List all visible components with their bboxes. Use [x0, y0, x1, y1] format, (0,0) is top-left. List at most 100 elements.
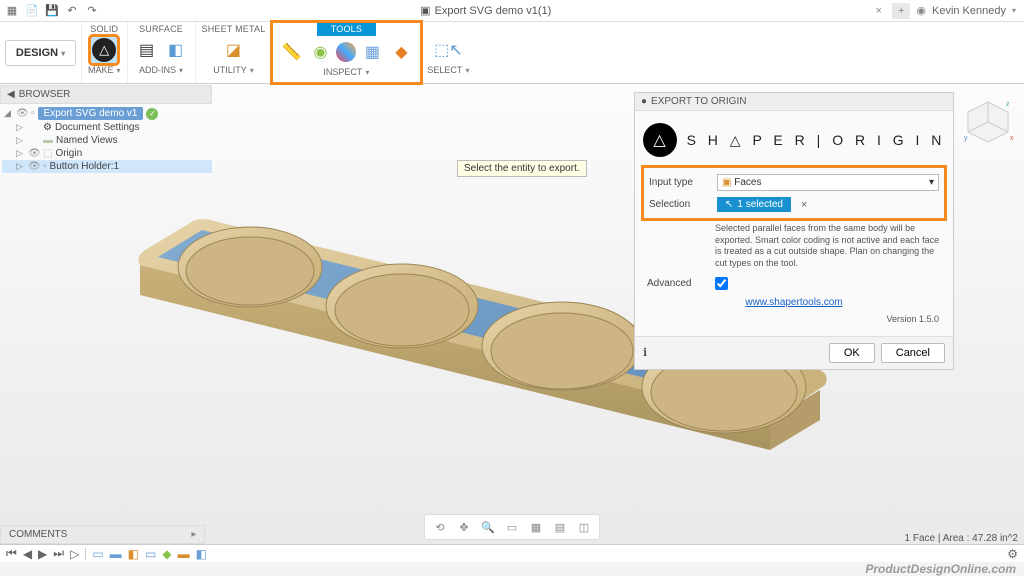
display-icon[interactable]: ▦	[527, 518, 545, 536]
timeline-feature-2[interactable]: ▬	[110, 547, 122, 561]
interference-icon[interactable]: ◆	[388, 39, 414, 65]
timeline-end-icon[interactable]: ⏭	[53, 546, 64, 561]
group-label-make[interactable]: MAKE	[88, 65, 121, 75]
tab-tools[interactable]: TOOLS	[317, 22, 376, 36]
ribbon-group-surface: SURFACE ▤ ◧ ADD-INS	[128, 22, 196, 83]
tree-item-origin[interactable]: ▷👁⬚ Origin	[2, 147, 212, 160]
select-icon[interactable]: ⬚↖	[435, 37, 461, 63]
shaper-logo-icon: △	[643, 123, 677, 157]
svg-text:z: z	[1006, 101, 1010, 108]
close-tab-icon[interactable]: ×	[872, 5, 886, 17]
tree-label: Origin	[55, 148, 82, 159]
panel-collapse-icon[interactable]: ●	[641, 96, 647, 107]
ribbon-group-select: ⬚↖ SELECT	[421, 22, 475, 83]
group-label-inspect[interactable]: INSPECT	[323, 67, 369, 77]
timeline-feature-7[interactable]: ◧	[196, 547, 207, 561]
section-icon[interactable]: ▦	[359, 39, 385, 65]
user-name[interactable]: Kevin Kennedy	[932, 5, 1006, 17]
measure-icon[interactable]: 📏	[278, 39, 304, 65]
tree-label: Button Holder:1	[50, 161, 120, 172]
timeline-play-icon[interactable]: ▷	[70, 547, 79, 561]
selection-value: 1 selected	[737, 199, 783, 210]
advanced-label: Advanced	[647, 278, 709, 289]
timeline-feature-4[interactable]: ▭	[145, 547, 156, 561]
cancel-button[interactable]: Cancel	[881, 343, 945, 363]
document-title: Export SVG demo v1(1)	[435, 5, 552, 17]
sync-ok-icon: ✓	[146, 108, 158, 120]
comments-panel-header[interactable]: COMMENTS ▸	[0, 525, 205, 544]
ribbon-toolbar: DESIGN SOLID △ MAKE SURFACE ▤ ◧ ADD-INS …	[0, 22, 1024, 84]
user-menu-caret-icon[interactable]: ▾	[1012, 6, 1016, 15]
advanced-checkbox[interactable]	[715, 277, 728, 290]
input-type-dropdown[interactable]: ▣ Faces ▾	[717, 174, 939, 191]
new-tab-button[interactable]: +	[892, 3, 910, 19]
browser-panel: ◀ BROWSER ◢👁 ▫ Export SVG demo v1 ✓ ▷⚙ D…	[0, 85, 212, 175]
panel-header[interactable]: ● EXPORT TO ORIGIN	[635, 93, 953, 111]
selection-chip[interactable]: ↖ 1 selected	[717, 197, 791, 212]
svg-text:x: x	[1010, 135, 1014, 142]
appearance-icon[interactable]	[336, 42, 356, 62]
material-icon[interactable]: ◉	[307, 39, 333, 65]
timeline-feature-1[interactable]: ▭	[92, 547, 103, 561]
expand-icon: ▸	[191, 529, 196, 540]
save-icon[interactable]: 💾	[44, 3, 60, 19]
tree-item-namedviews[interactable]: ▷▬ Named Views	[2, 134, 212, 147]
timeline-prev-icon[interactable]: ◀	[23, 547, 32, 561]
shaper-logo: △ S H △ P E R | O R I G I N	[635, 111, 953, 167]
group-label-select[interactable]: SELECT	[427, 65, 469, 75]
view-cube[interactable]: z x y	[962, 96, 1014, 148]
tree-item-docsettings[interactable]: ▷⚙ Document Settings	[2, 121, 212, 134]
apps-grid-icon[interactable]: ▦	[4, 3, 20, 19]
info-icon[interactable]: ℹ	[643, 346, 647, 359]
pan-icon[interactable]: ✥	[455, 518, 473, 536]
viewport-icon[interactable]: ◫	[575, 518, 593, 536]
title-bar: ▦ 📄 💾 ↶ ↷ ▣ Export SVG demo v1(1) × + ◉ …	[0, 0, 1024, 22]
timeline-settings-icon[interactable]: ⚙	[1007, 547, 1018, 561]
zoom-icon[interactable]: 🔍	[479, 518, 497, 536]
ribbon-group-tools: TOOLS 📏 ◉ ▦ ◆ INSPECT	[272, 22, 421, 83]
timeline-feature-6[interactable]: ▬	[178, 547, 190, 561]
extensions-icon[interactable]: ◉	[916, 4, 926, 17]
selection-description: Selected parallel faces from the same bo…	[643, 219, 945, 274]
group-label-addins[interactable]: ADD-INS	[139, 65, 183, 75]
selection-settings-highlight: Input type ▣ Faces ▾ Selection ↖ 1 selec…	[643, 167, 945, 219]
ok-button[interactable]: OK	[829, 343, 875, 363]
collapse-icon[interactable]: ◀	[7, 89, 15, 100]
redo-icon[interactable]: ↷	[84, 3, 100, 19]
browser-title: BROWSER	[19, 89, 71, 100]
shapertools-link[interactable]: www.shapertools.com	[643, 293, 945, 312]
ribbon-group-solid: SOLID △ MAKE	[82, 22, 128, 83]
shaper-export-button[interactable]: △	[90, 36, 118, 64]
timeline-feature-5[interactable]: ◆	[162, 547, 171, 561]
tree-root[interactable]: ◢👁 ▫ Export SVG demo v1 ✓	[2, 106, 212, 121]
addins-store-icon[interactable]: ◧	[163, 37, 189, 63]
orbit-icon[interactable]: ⟲	[431, 518, 449, 536]
utility-icon[interactable]: ◪	[220, 37, 246, 63]
root-label: Export SVG demo v1	[38, 107, 144, 120]
tab-solid[interactable]: SOLID	[90, 24, 118, 34]
shaper-logo-text: S H △ P E R | O R I G I N	[687, 132, 946, 149]
scripts-icon[interactable]: ▤	[134, 37, 160, 63]
grid-icon[interactable]: ▤	[551, 518, 569, 536]
input-type-label: Input type	[649, 177, 711, 188]
selection-status: 1 Face | Area : 47.28 in^2	[905, 533, 1018, 544]
component-icon: ▫	[31, 108, 35, 119]
navigation-toolbar: ⟲ ✥ 🔍 ▭ ▦ ▤ ◫	[424, 514, 600, 540]
tree-item-buttonholder[interactable]: ▷👁▫ Button Holder:1	[2, 160, 212, 173]
timeline-start-icon[interactable]: ⏮	[6, 546, 17, 561]
workspace-switcher[interactable]: DESIGN	[0, 22, 82, 83]
file-icon[interactable]: 📄	[24, 3, 40, 19]
advanced-row: Advanced	[643, 274, 945, 293]
timeline-next-icon[interactable]: ▶	[38, 547, 47, 561]
browser-header[interactable]: ◀ BROWSER	[0, 85, 212, 104]
tab-surface[interactable]: SURFACE	[139, 24, 183, 34]
undo-icon[interactable]: ↶	[64, 3, 80, 19]
document-tab[interactable]: ▣ Export SVG demo v1(1)	[100, 4, 872, 17]
tab-sheetmetal[interactable]: SHEET METAL	[202, 24, 266, 34]
group-label-utility[interactable]: UTILITY	[213, 65, 254, 75]
timeline-feature-3[interactable]: ◧	[128, 547, 139, 561]
hint-tooltip: Select the entity to export.	[457, 160, 587, 177]
export-to-origin-panel: ● EXPORT TO ORIGIN △ S H △ P E R | O R I…	[634, 92, 954, 370]
clear-selection-icon[interactable]: ×	[797, 199, 807, 211]
fit-icon[interactable]: ▭	[503, 518, 521, 536]
